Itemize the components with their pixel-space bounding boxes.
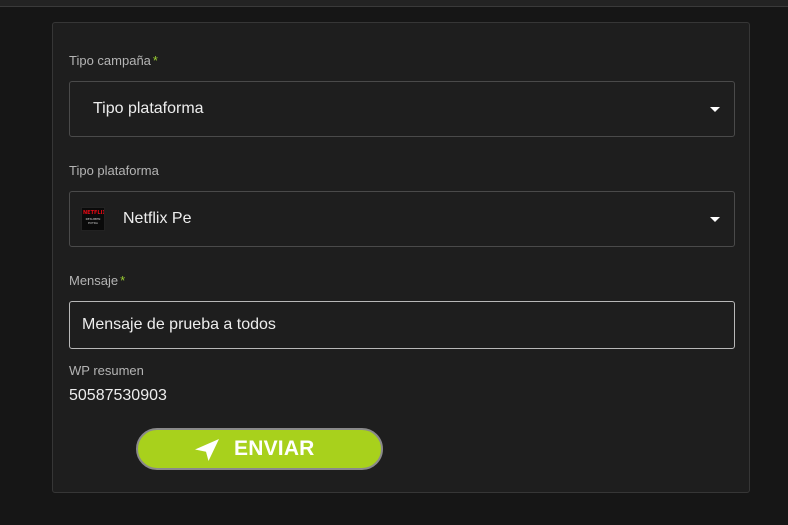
message-label: Mensaje * — [69, 273, 125, 288]
message-input[interactable] — [69, 301, 735, 349]
logo-text-extra: EXTRA — [88, 221, 98, 225]
top-bar — [0, 0, 788, 7]
netflix-logo-icon: NETFLIX RESUMEN EXTRA — [81, 207, 105, 231]
campaign-type-selected-value: Tipo plataforma — [93, 100, 204, 117]
wp-summary-label: WP resumen — [69, 363, 144, 378]
send-button-label: ENVIAR — [234, 437, 315, 460]
caret-down-icon — [710, 107, 720, 112]
wp-summary-value: 50587530903 — [69, 387, 167, 404]
message-label-text: Mensaje — [69, 273, 119, 288]
logo-text-netflix: NETFLIX — [83, 210, 105, 216]
send-button[interactable]: ENVIAR — [136, 428, 383, 470]
campaign-type-label: Tipo campaña * — [69, 53, 158, 68]
platform-type-selected-value: Netflix Pe — [123, 210, 192, 227]
platform-type-label: Tipo plataforma — [69, 163, 159, 178]
send-icon — [195, 439, 219, 461]
required-mark: * — [152, 53, 158, 68]
caret-down-icon — [710, 217, 720, 222]
required-mark: * — [120, 273, 126, 288]
campaign-type-select[interactable]: Tipo plataforma — [69, 81, 735, 137]
campaign-type-label-text: Tipo campaña — [69, 53, 151, 68]
campaign-form-panel: Tipo campaña * Tipo plataforma Tipo plata… — [52, 22, 750, 493]
platform-type-select[interactable]: NETFLIX RESUMEN EXTRA Netflix Pe — [69, 191, 735, 247]
